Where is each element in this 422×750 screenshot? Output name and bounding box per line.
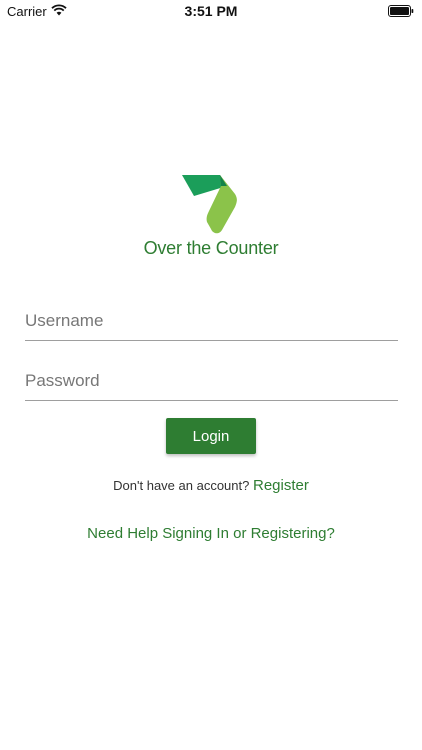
login-button[interactable]: Login: [166, 418, 256, 454]
help-link[interactable]: Need Help Signing In or Registering?: [0, 525, 422, 542]
username-input[interactable]: [25, 301, 398, 340]
register-prompt-line: Don't have an account? Register: [0, 477, 422, 494]
status-bar: Carrier 3:51 PM: [0, 0, 422, 22]
username-field[interactable]: [25, 301, 398, 341]
password-field[interactable]: [25, 361, 398, 401]
password-input[interactable]: [25, 361, 398, 400]
status-time: 3:51 PM: [184, 3, 238, 19]
register-prompt: Don't have an account?: [113, 478, 250, 493]
brand-name: Over the Counter: [143, 238, 279, 258]
battery-icon: [388, 5, 414, 17]
register-link[interactable]: Register: [253, 477, 309, 494]
leaf-logo-icon: [182, 175, 237, 234]
